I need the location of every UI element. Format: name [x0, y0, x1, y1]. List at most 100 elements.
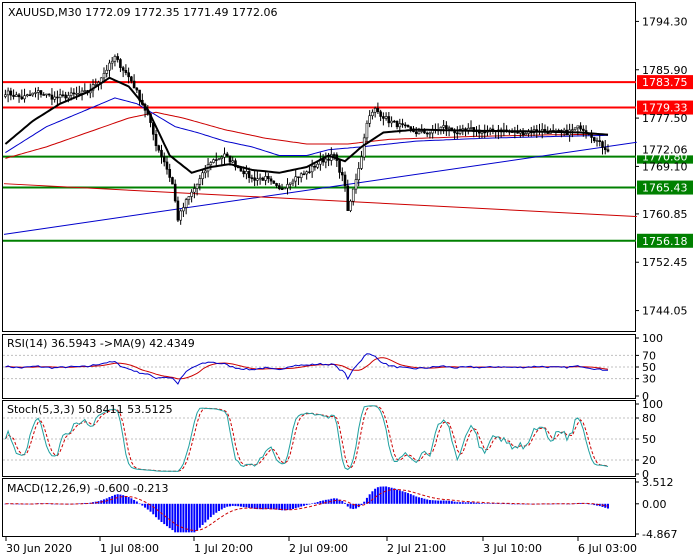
macd-histogram-bar — [302, 503, 305, 506]
macd-histogram-bar — [470, 502, 473, 504]
candle-body — [275, 183, 278, 186]
macd-histogram-bar — [108, 497, 111, 504]
level-label: 1756.18 — [642, 235, 688, 248]
candle-body — [601, 141, 604, 148]
macd-histogram-bar — [415, 496, 418, 504]
macd-histogram-bar — [404, 492, 407, 504]
macd-histogram-bar — [163, 503, 166, 525]
panel-tick-label: -4.867 — [642, 528, 677, 541]
candle-body — [47, 93, 51, 96]
macd-histogram-bar — [346, 503, 349, 507]
macd-histogram-bar — [223, 503, 226, 508]
current-price-label: 1772.06 — [642, 143, 688, 156]
candle-body — [209, 162, 213, 166]
candle-body — [269, 178, 273, 182]
macd-histogram-bar — [483, 503, 486, 504]
candle-body — [253, 177, 256, 181]
candle-body — [360, 156, 363, 169]
macd-histogram-bar — [524, 503, 527, 505]
candle-body — [395, 120, 399, 128]
macd-histogram-bar — [478, 503, 481, 504]
candle-body — [346, 185, 350, 211]
candle-body — [154, 134, 158, 147]
candle-body — [362, 137, 366, 158]
candle-body — [165, 161, 169, 170]
candle-body — [469, 127, 473, 129]
candle-body — [305, 171, 308, 175]
candle-body — [225, 153, 229, 157]
candle-body — [403, 124, 407, 127]
macd-histogram-bar — [124, 495, 127, 504]
macd-histogram-bar — [198, 503, 201, 528]
macd-histogram-bar — [344, 502, 347, 504]
macd-histogram-bar — [393, 488, 396, 504]
time-tick-label: 3 Jul 10:00 — [483, 542, 542, 555]
macd-histogram-bar — [360, 503, 363, 506]
candle-body — [349, 200, 352, 211]
candle-body — [368, 115, 371, 124]
candle-body — [327, 158, 330, 161]
macd-histogram-bar — [450, 501, 453, 504]
candle-body — [387, 116, 391, 124]
macd-histogram-bar — [179, 503, 182, 533]
candle-body — [423, 130, 426, 134]
candle-body — [294, 176, 298, 182]
macd-histogram-bar — [459, 502, 462, 504]
candle-body — [187, 196, 191, 200]
macd-histogram-bar — [116, 494, 119, 504]
candle-body — [6, 90, 10, 96]
candle-body — [190, 191, 193, 197]
candle-body — [590, 134, 593, 138]
macd-histogram-bar — [226, 503, 229, 507]
macd-histogram-bar — [270, 503, 273, 510]
candle-body — [108, 62, 111, 71]
candle-body — [245, 171, 248, 175]
candle-body — [573, 127, 577, 130]
macd-histogram-bar — [494, 503, 497, 504]
candle-body — [162, 156, 166, 163]
candle-body — [291, 180, 295, 184]
candle-body — [193, 188, 196, 193]
macd-histogram-bar — [187, 503, 190, 533]
candle-body — [61, 94, 65, 97]
candle-body — [110, 60, 114, 64]
candle-body — [406, 125, 410, 127]
candle-body — [409, 126, 413, 130]
candle-body — [67, 95, 70, 99]
macd-histogram-bar — [363, 501, 366, 504]
candle-body — [398, 123, 402, 128]
candle-body — [15, 94, 18, 97]
candle-body — [179, 210, 182, 221]
macd-histogram-bar — [300, 503, 303, 507]
macd-histogram-bar — [218, 503, 221, 511]
time-tick-label: 2 Jul 09:00 — [289, 542, 348, 555]
macd-histogram-bar — [409, 494, 412, 504]
panel-tick-label: 0.00 — [642, 498, 667, 511]
macd-histogram-bar — [316, 502, 319, 504]
candle-body — [277, 185, 281, 189]
macd-histogram-bar — [475, 502, 478, 504]
macd-histogram-bar — [464, 502, 467, 504]
candle-body — [390, 120, 393, 124]
candle-body — [483, 131, 487, 134]
rsi-title: RSI(14) 36.5943 ->MA(9) 42.4349 — [7, 337, 195, 350]
macd-histogram-bar — [146, 503, 149, 510]
macd-histogram-bar — [135, 501, 138, 504]
macd-histogram-bar — [141, 503, 144, 506]
candle-body — [220, 156, 224, 159]
candle-body — [425, 132, 429, 135]
candle-body — [258, 177, 262, 180]
macd-histogram-bar — [294, 503, 297, 509]
candle-body — [53, 96, 56, 100]
macd-title: MACD(12,26,9) -0.600 -0.213 — [7, 482, 168, 495]
time-tick-label: 6 Jul 03:00 — [578, 542, 637, 555]
macd-histogram-bar — [176, 503, 179, 533]
time-tick-label: 1 Jul 20:00 — [194, 542, 253, 555]
candle-body — [571, 129, 574, 131]
macd-histogram-bar — [23, 503, 26, 505]
macd-histogram-bar — [157, 503, 160, 520]
level-label: 1765.43 — [642, 182, 688, 195]
macd-histogram-bar — [467, 502, 470, 504]
candle-body — [50, 94, 54, 100]
candle-body — [332, 154, 336, 156]
